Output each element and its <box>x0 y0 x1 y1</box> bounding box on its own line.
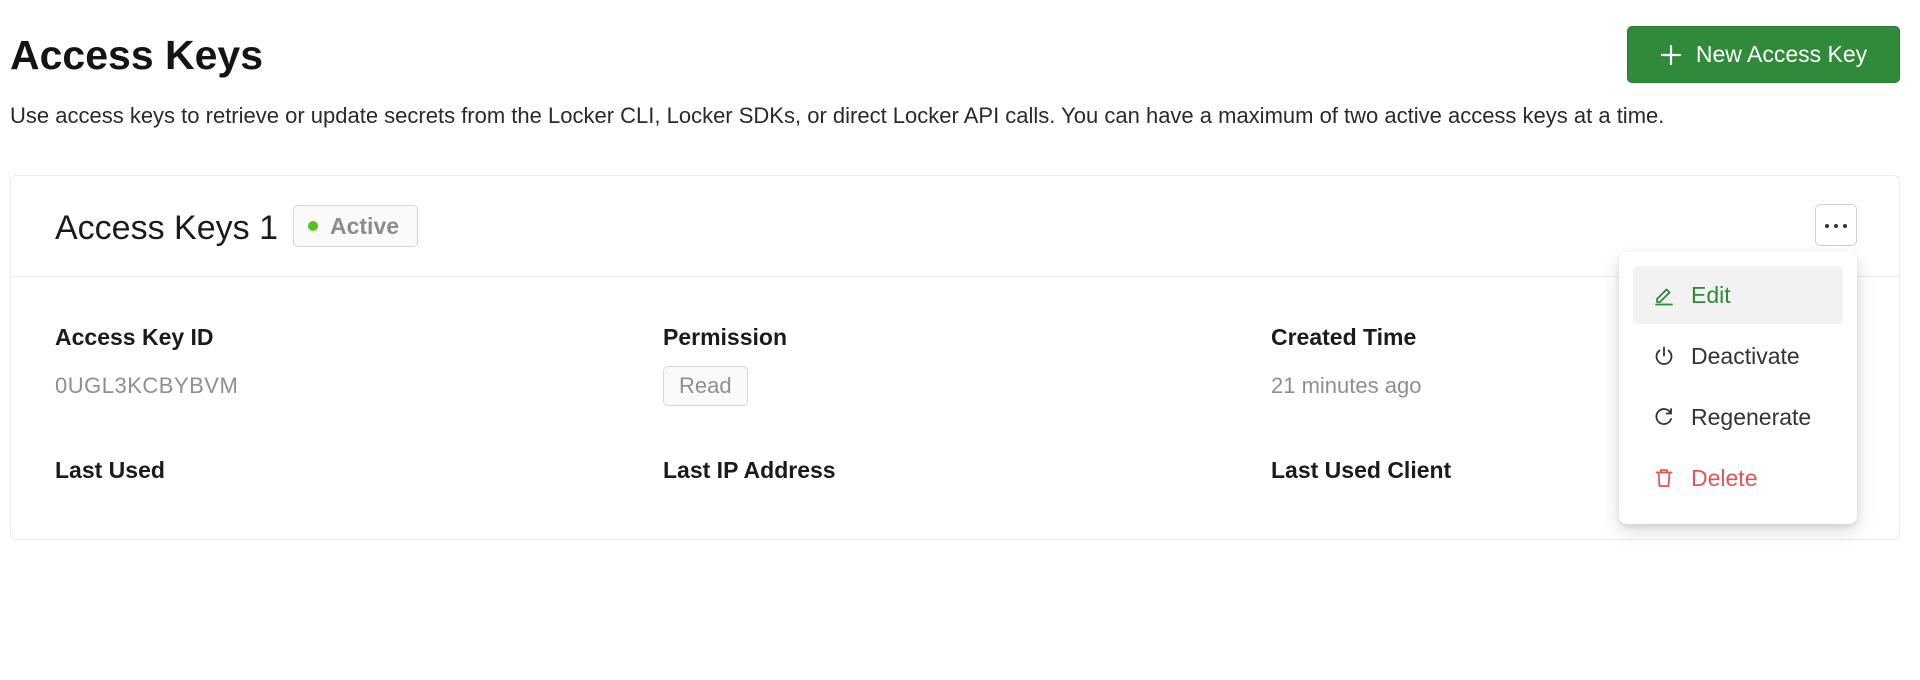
last-used-client-label: Last Used Client <box>1271 457 1452 483</box>
created-time-value: 21 minutes ago <box>1271 373 1422 398</box>
page-title: Access Keys <box>10 32 264 78</box>
menu-item-deactivate[interactable]: Deactivate <box>1633 327 1843 385</box>
status-dot-icon <box>308 221 318 231</box>
menu-item-label: Delete <box>1691 464 1758 491</box>
menu-item-label: Regenerate <box>1691 403 1812 430</box>
power-icon <box>1653 345 1675 367</box>
refresh-icon <box>1653 406 1675 428</box>
pencil-icon <box>1653 284 1675 306</box>
access-key-id-label: Access Key ID <box>55 324 214 350</box>
status-badge: Active <box>293 205 419 247</box>
plus-icon <box>1660 44 1682 66</box>
menu-item-delete[interactable]: Delete <box>1633 449 1843 507</box>
card-header: Access Keys 1 Active <box>11 176 1899 277</box>
status-label: Active <box>330 212 400 239</box>
menu-item-edit[interactable]: Edit <box>1633 266 1843 324</box>
last-used-label: Last Used <box>55 457 165 483</box>
access-keys-page: Access Keys New Access Key Use access ke… <box>0 0 1920 680</box>
access-key-id-value: 0UGL3KCBYBVM <box>55 373 239 398</box>
menu-item-label: Edit <box>1691 281 1731 308</box>
page-description: Use access keys to retrieve or update se… <box>10 103 1665 128</box>
actions-dropdown-menu: Edit Deactivate Regenerate Delete <box>1619 252 1857 524</box>
permission-label: Permission <box>663 324 787 350</box>
card-title: Access Keys 1 <box>55 209 278 247</box>
access-key-card: Access Keys 1 Active Access Key ID 0UGL3… <box>10 175 1900 540</box>
new-access-key-label: New Access Key <box>1695 41 1868 67</box>
permission-tag: Read <box>663 366 748 406</box>
created-time-label: Created Time <box>1271 324 1417 350</box>
last-ip-address-label: Last IP Address <box>663 457 836 483</box>
trash-icon <box>1653 467 1675 489</box>
ellipsis-icon <box>1824 216 1848 234</box>
new-access-key-button[interactable]: New Access Key <box>1627 26 1900 83</box>
menu-item-regenerate[interactable]: Regenerate <box>1633 388 1843 446</box>
menu-item-label: Deactivate <box>1691 342 1800 369</box>
more-options-button[interactable] <box>1815 204 1857 246</box>
